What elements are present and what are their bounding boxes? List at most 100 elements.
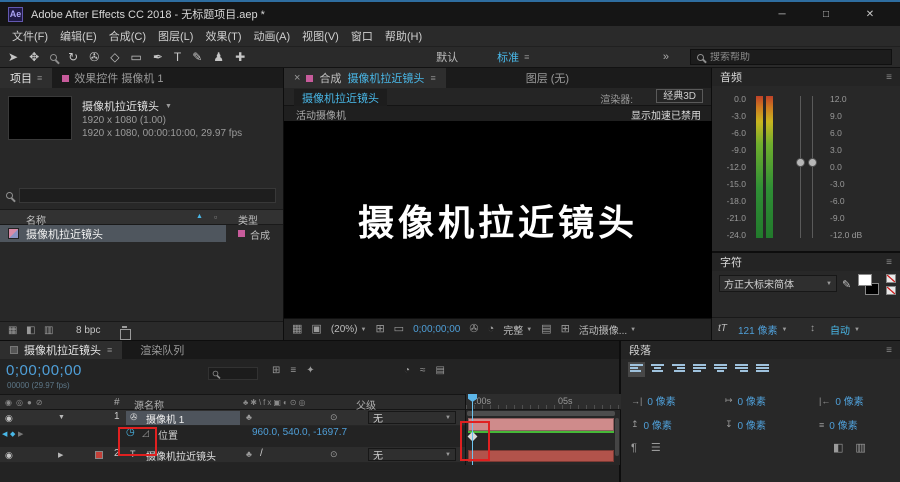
align-left-button[interactable] [628,362,645,377]
pan-behind-tool[interactable]: ◇ [110,51,119,63]
layer2-3d-switch[interactable]: ⊙ [330,449,338,460]
leading-select[interactable]: 自动 ▼ [830,322,860,337]
tab-render-queue[interactable]: 渲染队列 [130,341,194,359]
minimize-button[interactable]: ─ [760,3,804,26]
font-size-select[interactable]: 121 像素 ▼ [738,322,787,337]
shape-tool[interactable]: ▭ [130,51,141,63]
comp-panel-menu-icon[interactable]: ≡ [430,73,435,83]
menu-window[interactable]: 窗口 [345,28,379,44]
workspace-default[interactable]: 默认 [436,49,458,65]
composer-icon[interactable]: ▥ [855,443,865,454]
motion-blur-icon[interactable]: ≈ [420,366,426,376]
align-right-button[interactable] [670,362,687,377]
timeline-timecode[interactable]: 0;00;00;00 [6,362,82,379]
menu-view[interactable]: 视图(V) [296,28,345,44]
column-badge-icon[interactable]: ▫ [214,212,217,222]
puppet-tool[interactable]: ✚ [235,51,245,63]
eyedropper-icon[interactable]: ✎ [842,278,851,291]
fast-previews-icon[interactable]: ⊞ [561,324,570,335]
fill-color-swatch[interactable] [858,274,872,286]
graph-editor-icon[interactable]: ▤ [436,366,445,376]
rotation-tool[interactable]: ↻ [68,51,78,63]
close-button[interactable]: ✕ [848,3,892,26]
layer-row-2[interactable]: ◉ ▶ 2 T 摄像机拉近镜头 ♣ / ⊙ 无 ▼ [0,447,465,463]
indent-right-field[interactable]: |← 0 像素 [819,393,864,409]
layer1-twirl-icon[interactable]: ▼ [58,414,65,421]
tab-project[interactable]: 项目 ≡ [0,68,53,88]
audio-slider-left-track[interactable] [800,96,801,238]
work-area-bar[interactable] [467,411,615,416]
justify-last-left-button[interactable] [691,362,708,377]
brush-tool[interactable]: ✎ [192,51,202,63]
menu-file[interactable]: 文件(F) [6,28,54,44]
no-fill-swatch[interactable] [886,274,896,283]
snapshot-icon[interactable]: ✇ [469,324,478,335]
type-tool[interactable]: T [174,51,181,63]
trash-icon[interactable] [120,326,131,340]
resolution-select[interactable]: 完整 ▼ [503,322,532,337]
indent-left-field[interactable]: →| 0 像素 [631,393,676,409]
help-search-input[interactable] [710,51,885,63]
audio-slider-left-knob[interactable] [796,158,805,167]
maximize-button[interactable]: □ [804,3,848,26]
shy-layers-icon[interactable]: ✦ [306,366,314,376]
zoom-tool[interactable] [50,51,58,63]
comp-mini-flowchart-icon[interactable]: ⊞ [272,366,280,376]
layer1-parent-select[interactable]: 无 ▼ [368,411,456,425]
audio-slider-right-knob[interactable] [808,158,817,167]
time-ruler[interactable]: :00s 05s [466,394,621,410]
spacing-field[interactable]: ≡ 0 像素 [819,417,858,433]
tab-timeline-comp[interactable]: 摄像机拉近镜头 ≡ [0,341,123,359]
footer-grid-icon[interactable]: ▦ [8,325,17,336]
justify-last-center-button[interactable] [712,362,729,377]
sort-ascending-icon[interactable]: ▲ [196,213,203,220]
menu-help[interactable]: 帮助(H) [379,28,428,44]
viewer-tab-compname[interactable]: 摄像机拉近镜头 [294,89,387,107]
comp-name-dropdown-icon[interactable]: ▼ [165,103,172,110]
footer-rows-icon[interactable]: ▥ [44,325,53,336]
tab-effect-controls[interactable]: 效果控件 摄像机 1 [52,68,173,88]
tab-layer-viewer[interactable]: 图层 (无) [516,68,579,88]
workspace-menu-icon[interactable]: ≡ [524,52,529,62]
clone-stamp-tool[interactable]: ♟ [213,51,224,63]
camera-tool[interactable]: ✇ [89,51,99,63]
composition-canvas[interactable]: 摄像机拉近镜头 [284,121,712,318]
menu-animation[interactable]: 动画(A) [248,28,297,44]
workspace-overflow[interactable]: » [663,51,669,63]
menu-effect[interactable]: 效果(T) [199,28,247,44]
current-keyframe-icon[interactable]: ◆ [10,430,15,438]
paragraph-menu-icon[interactable]: ≡ [886,345,892,356]
workspace-standard[interactable]: 标准 [497,49,519,65]
layer2-twirl-icon[interactable]: ▶ [58,451,63,459]
position-value[interactable]: 960.0, 540.0, -1697.7 [252,427,347,438]
viewer-grid-icon[interactable]: ▦ [292,324,302,335]
pixel-aspect-icon[interactable]: ▤ [541,324,551,335]
layer1-collapse-switch[interactable]: ♣ [246,412,252,422]
hyphenate-icon[interactable]: ◧ [833,443,843,454]
no-stroke-swatch[interactable] [886,286,896,295]
pen-tool[interactable]: ✒ [153,51,163,63]
project-bpc-label[interactable]: 8 bpc [76,325,100,336]
tab-composition-viewer[interactable]: × 合成 摄像机拉近镜头 ≡ [284,68,446,88]
project-search-input[interactable] [19,188,276,203]
project-comp-name[interactable]: 摄像机拉近镜头 [82,98,159,114]
region-of-interest-icon[interactable]: ▭ [394,324,404,335]
comp-timecode[interactable]: 0;00;00;00 [413,324,460,335]
audio-slider-right-track[interactable] [812,96,813,238]
selection-tool[interactable]: ➤ [8,51,18,63]
next-keyframe-icon[interactable]: ▶ [18,430,23,438]
project-item-name[interactable]: 摄像机拉近镜头 [26,226,103,242]
project-item-row[interactable]: 摄像机拉近镜头 合成 [0,225,283,242]
timeline-search-box[interactable] [208,367,258,380]
layer2-parent-select[interactable]: 无 ▼ [368,448,456,462]
justify-last-right-button[interactable] [733,362,750,377]
timeline-menu-icon[interactable]: ≡ [107,345,112,355]
position-property-row[interactable]: ◀ ◆ ▶ ◷ ◿ 位置 960.0, 540.0, -1697.7 [0,426,465,442]
show-snapshot-icon[interactable]: ◔ [488,324,495,335]
hand-tool[interactable]: ✥ [29,51,39,63]
zoom-select[interactable]: (20%) ▼ [331,324,367,335]
viewer-monitor-icon[interactable]: ▣ [311,324,321,335]
audio-menu-icon[interactable]: ≡ [886,72,892,83]
search-help-box[interactable] [690,49,892,65]
renderer-value-button[interactable]: 经典3D [656,89,703,103]
